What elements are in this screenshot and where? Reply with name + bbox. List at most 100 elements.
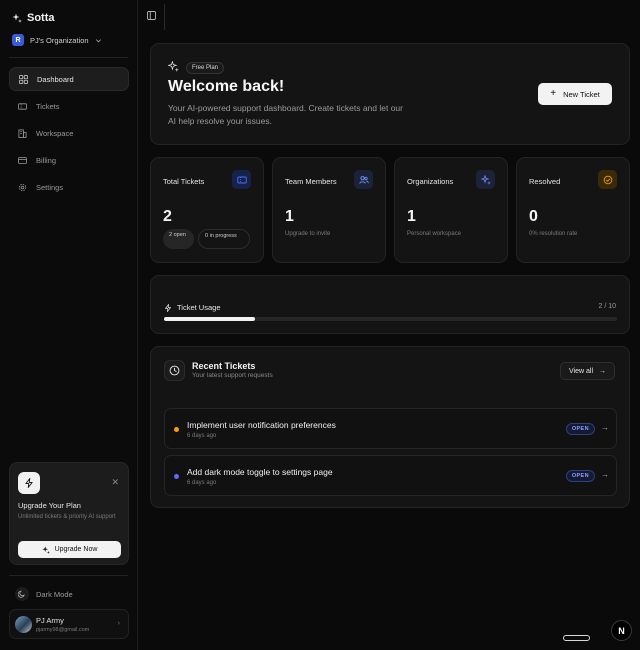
stat-subtext: Personal workspace [407, 231, 462, 237]
view-all-button[interactable]: View all → [560, 362, 615, 380]
ticket-icon [232, 170, 251, 189]
stat-value: 1 [285, 208, 294, 225]
usage-progress-bar [164, 317, 617, 321]
sidebar-item-dashboard[interactable]: Dashboard [9, 67, 129, 91]
credit-card-icon [18, 156, 27, 164]
recent-tickets-card: Recent Tickets Your latest support reque… [150, 346, 630, 508]
upgrade-now-button[interactable]: Upgrade Now [18, 541, 121, 558]
stat-value: 2 [163, 208, 172, 225]
sidebar-item-label: Workspace [36, 128, 74, 138]
ticket-usage-card: Ticket Usage 2 / 10 [150, 275, 630, 334]
building-icon [18, 128, 27, 138]
usage-label-group: Ticket Usage [164, 303, 221, 312]
priority-dot [174, 474, 179, 479]
sparkles-icon [12, 13, 22, 23]
gear-icon [18, 183, 27, 191]
sparkles-icon [41, 545, 50, 554]
upgrade-description: Unlimited tickets & priority AI support [18, 514, 116, 520]
top-bar-divider [164, 4, 165, 30]
stat-card-team-members[interactable]: Team Members 1 Upgrade to invite [272, 157, 386, 263]
stat-value: 1 [407, 208, 416, 225]
new-ticket-button[interactable]: + New Ticket [538, 83, 612, 105]
lightning-icon [165, 303, 171, 312]
ticket-title: Implement user notification preferences [187, 420, 336, 430]
user-menu[interactable]: PJ Army pjarmy98@gmail.com › [9, 609, 129, 639]
stat-label: Total Tickets [163, 177, 205, 186]
welcome-card: Free Plan Welcome back! Your AI-powered … [150, 43, 630, 145]
organization-switcher[interactable]: R PJ's Organization [12, 34, 102, 46]
users-icon [354, 170, 373, 189]
page-title: Welcome back! [168, 78, 285, 95]
stat-label: Resolved [529, 177, 561, 186]
sidebar-item-settings[interactable]: Settings [9, 175, 129, 199]
arrow-right-icon: → [601, 423, 609, 432]
sidebar-divider [9, 575, 128, 576]
new-ticket-label: New Ticket [563, 89, 600, 99]
ticket-row[interactable]: Implement user notification preferences … [164, 408, 617, 449]
stat-label: Organizations [407, 177, 454, 186]
sparkles-icon [476, 170, 495, 189]
stat-subtext: 0% resolution rate [529, 231, 578, 237]
user-name: PJ Army [36, 616, 64, 625]
usage-count: 2 / 10 [598, 303, 616, 310]
sidebar-nav: Dashboard Tickets Workspace Billing Sett… [9, 67, 129, 202]
sidebar: Sotta R PJ's Organization Dashboard Tick… [0, 0, 138, 650]
view-all-label: View all [569, 367, 593, 375]
stat-card-total-tickets[interactable]: Total Tickets 2 2 open 0 in progress [150, 157, 264, 263]
usage-label: Ticket Usage [177, 303, 221, 312]
clock-icon [164, 360, 185, 381]
sidebar-divider [9, 57, 128, 58]
sidebar-toggle-icon[interactable] [147, 11, 156, 20]
sparkles-icon [168, 61, 179, 72]
sidebar-item-label: Tickets [36, 101, 60, 111]
arrow-right-icon: → [601, 470, 609, 479]
sidebar-item-label: Billing [36, 155, 57, 165]
stat-label: Team Members [285, 177, 337, 186]
upgrade-button-label: Upgrade Now [54, 546, 98, 553]
moon-icon [15, 587, 29, 601]
ticket-time: 6 days ago [187, 433, 217, 439]
stat-card-resolved[interactable]: Resolved 0 0% resolution rate [516, 157, 630, 263]
user-email: pjarmy98@gmail.com [36, 627, 90, 633]
ticket-title: Add dark mode toggle to settings page [187, 467, 333, 477]
plus-icon: + [550, 88, 557, 99]
ticket-icon [18, 102, 27, 110]
open-count-pill: 2 open [163, 229, 194, 249]
priority-dot [174, 427, 179, 432]
status-badge: OPEN [565, 423, 595, 435]
dashboard-icon [19, 74, 28, 84]
arrow-right-icon: → [599, 367, 606, 375]
section-subtitle: Your latest support requests [192, 372, 273, 379]
app-name: Sotta [27, 12, 55, 24]
upgrade-title: Upgrade Your Plan [18, 501, 81, 510]
upgrade-card: ✕ Upgrade Your Plan Unlimited tickets & … [9, 462, 129, 565]
sidebar-item-label: Dashboard [37, 74, 74, 84]
plan-badge: Free Plan [186, 62, 225, 74]
sidebar-item-workspace[interactable]: Workspace [9, 121, 129, 145]
chevron-right-icon: › [117, 620, 120, 627]
brand[interactable]: Sotta [12, 12, 55, 24]
avatar [15, 616, 32, 633]
stat-subtext: Upgrade to invite [285, 231, 331, 237]
ticket-time: 6 days ago [187, 480, 217, 486]
stat-value: 0 [529, 208, 538, 225]
ticket-row[interactable]: Add dark mode toggle to settings page 6 … [164, 455, 617, 496]
organization-avatar: R [12, 34, 24, 46]
sidebar-item-label: Settings [36, 182, 64, 192]
organization-name: PJ's Organization [30, 35, 89, 45]
close-icon[interactable]: ✕ [111, 477, 119, 488]
stat-card-organizations[interactable]: Organizations 1 Personal workspace [394, 157, 508, 263]
check-circle-icon [598, 170, 617, 189]
top-bar [139, 0, 640, 32]
dark-mode-toggle[interactable]: Dark Mode [15, 587, 73, 601]
dev-tools-badge[interactable]: N [611, 620, 632, 641]
status-badge: OPEN [565, 470, 595, 482]
scroll-handle[interactable] [563, 635, 590, 641]
lightning-icon [18, 472, 40, 494]
sidebar-item-tickets[interactable]: Tickets [9, 94, 129, 118]
in-progress-pill: 0 in progress [198, 229, 250, 249]
usage-progress-fill [164, 317, 255, 321]
chevron-down-icon [95, 38, 101, 42]
sidebar-item-billing[interactable]: Billing [9, 148, 129, 172]
section-title: Recent Tickets [192, 361, 256, 371]
